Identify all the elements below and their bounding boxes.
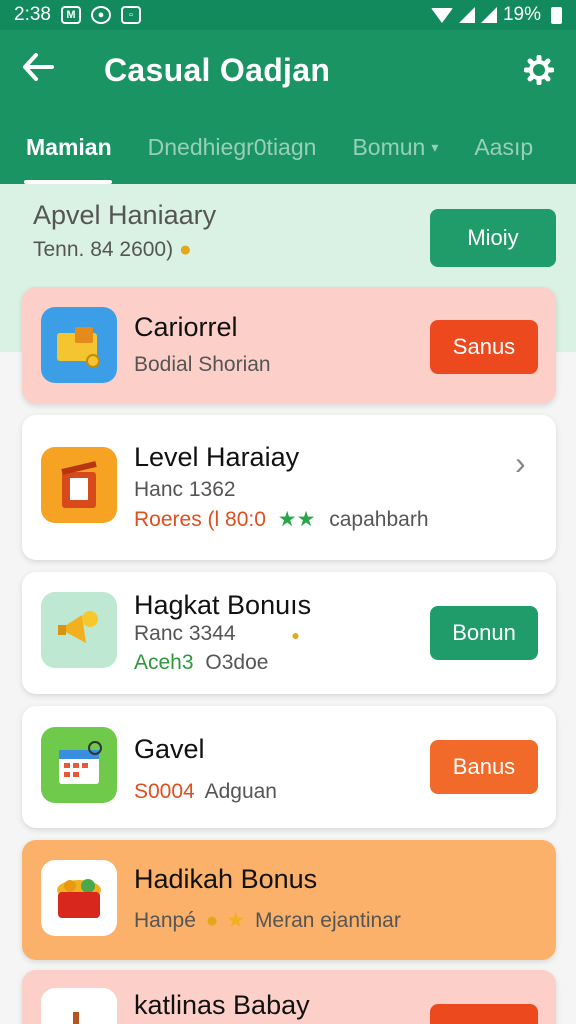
item-title: Level Haraiay <box>134 442 300 472</box>
bonus-button[interactable]: Sanus <box>430 320 538 374</box>
food-tray-icon <box>41 988 117 1024</box>
battery-percent: 19% <box>502 4 541 25</box>
tab-aasip[interactable]: Aasıp <box>456 110 551 184</box>
item-subtitle: S0004 <box>134 780 195 803</box>
item-subtitle-text: Ranc 3344 <box>134 622 236 645</box>
app-bar: Casual Oadjan <box>0 30 576 110</box>
treasure-basket-icon <box>41 860 117 936</box>
message-icon: ● <box>90 6 111 24</box>
item-title: katlinas Babay <box>134 990 310 1020</box>
status-bar: 2:38 M ● ▫ 19% <box>0 0 576 30</box>
star-icon: ★ <box>226 909 246 932</box>
app-notification-icon: ▫ <box>120 6 141 24</box>
item-meta-right: Adguan <box>204 780 277 803</box>
coin-icon: ● <box>178 238 192 261</box>
coin-icon: ● <box>291 627 300 643</box>
bonus-button[interactable] <box>430 1004 538 1024</box>
item-meta: Hanpé ● ★ Meran ejantinar <box>134 908 401 933</box>
list-item[interactable]: katlinas Babay <box>22 970 556 1024</box>
gear-icon[interactable] <box>523 54 555 86</box>
wifi-icon <box>430 7 453 23</box>
puzzle-icon <box>41 307 117 383</box>
item-meta: Aceh3 O3doe <box>134 651 268 675</box>
tab-bar: Mamian Dnedhiegr0tiagn Bomun ▾ Aasıp <box>0 110 576 184</box>
battery-icon <box>551 6 562 24</box>
back-arrow-icon[interactable] <box>22 51 62 90</box>
bonus-button[interactable]: Banus <box>430 740 538 794</box>
item-subtitle: Hanc 1362 <box>134 478 236 501</box>
tab-bomun-label: Bomun <box>352 133 426 160</box>
item-subtitle: Bodial Shorian <box>134 353 271 376</box>
page-title: Casual Oadjan <box>104 51 331 88</box>
tab-bomun[interactable]: Bomun ▾ <box>334 110 456 184</box>
tab-dnedhiegr[interactable]: Dnedhiegr0tiagn <box>130 110 335 184</box>
coin-icon: ● <box>205 909 219 932</box>
tab-mamian[interactable]: Mamian <box>0 110 130 184</box>
signal-icon <box>458 7 475 23</box>
signal-icon-2 <box>480 7 497 23</box>
status-time: 2:38 <box>14 4 51 25</box>
hero-title: Apvel Haniaary <box>33 200 217 230</box>
item-meta-left: Roeres (l 80:0 <box>134 508 266 531</box>
item-meta-right: Meran ejantinar <box>254 909 401 932</box>
hero-subtitle-text: Tenn. 84 2600) <box>33 238 174 261</box>
hero-action-button[interactable]: Mioiy <box>430 209 556 267</box>
list-item[interactable]: Hadikah Bonus Hanpé ● ★ Meran ejantinar <box>22 840 556 960</box>
list-item[interactable]: Cariorrel Bodial Shorian Sanus <box>22 287 556 404</box>
chevron-down-icon: ▾ <box>431 138 439 155</box>
item-title: Cariorrel <box>134 312 238 342</box>
bonus-button[interactable]: Bonun <box>430 606 538 660</box>
item-title: Hagkat Bonuıs <box>134 590 312 620</box>
item-title: Hadikah Bonus <box>134 864 318 894</box>
item-meta-left: Aceh3 <box>134 651 194 674</box>
horn-icon <box>41 592 117 668</box>
item-meta: S0004 Adguan <box>134 780 277 804</box>
item-title: Gavel <box>134 734 205 764</box>
star-icon: ★★ <box>277 508 316 531</box>
notification-icon: M <box>60 6 81 24</box>
item-meta-right: O3doe <box>205 651 269 674</box>
item-subtitle-text: Hanpé <box>134 909 196 932</box>
list-item[interactable]: Hagkat Bonuıs Ranc 3344 ● Aceh3 O3doe Bo… <box>22 572 556 694</box>
list-item[interactable]: Gavel S0004 Adguan Banus <box>22 706 556 828</box>
calendar-icon <box>41 727 117 803</box>
list-item[interactable]: Level Haraiay Hanc 1362 Roeres (l 80:0 ★… <box>22 415 556 560</box>
item-meta-right: capahbarh <box>329 508 429 531</box>
chevron-right-icon[interactable]: › <box>515 445 526 482</box>
hero-subtitle: Tenn. 84 2600) ● <box>33 238 192 262</box>
item-subtitle: Ranc 3344 ● <box>134 622 300 646</box>
gift-box-icon <box>41 447 117 523</box>
item-meta: Roeres (l 80:0 ★★ capahbarh <box>134 507 429 532</box>
